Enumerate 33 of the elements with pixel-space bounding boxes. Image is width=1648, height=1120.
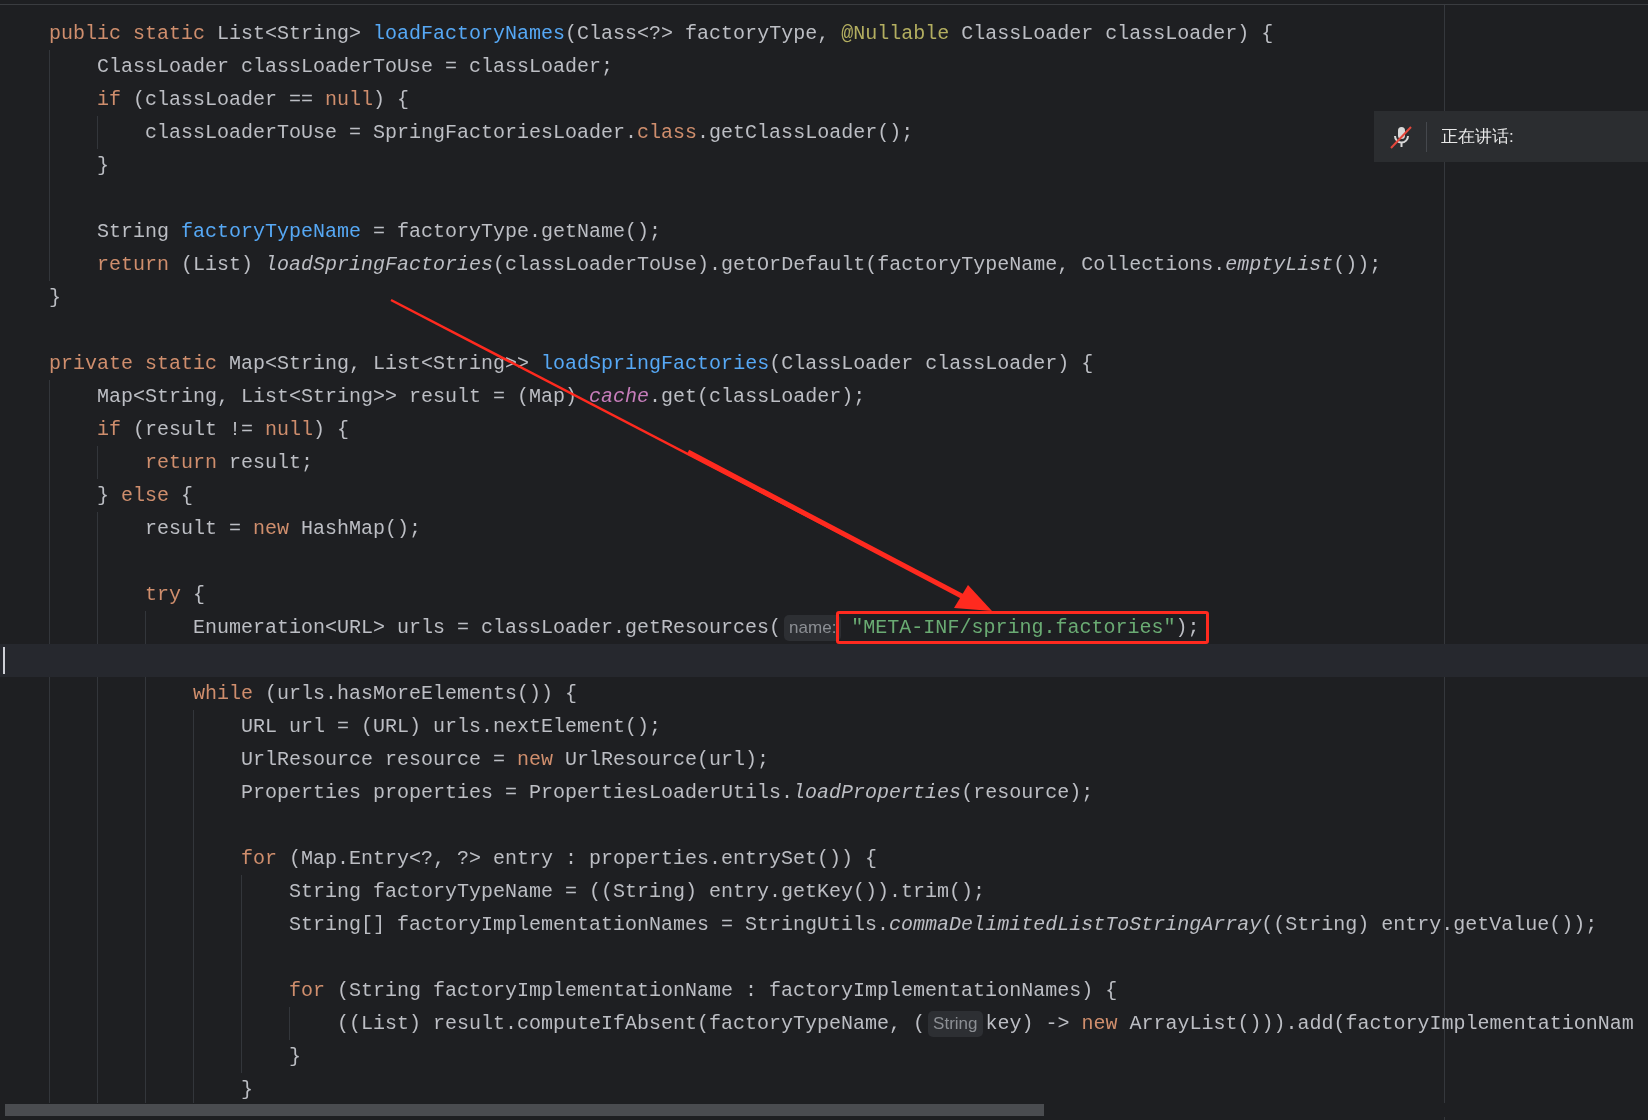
- code-line: URL url = (URL) urls.nextElement();: [241, 714, 662, 740]
- inlay-hint: String: [928, 1010, 983, 1037]
- code-text: ((List) result.computeIfAbsent(factoryTypeName, (: [337, 1011, 926, 1037]
- code-line: return result;: [145, 450, 314, 476]
- code-text: key) -> new ArrayList())).add(factoryImplementationNam: [985, 1011, 1634, 1037]
- speaking-label: 正在讲话:: [1441, 126, 1514, 148]
- code-text: Enumeration<URL> urls = classLoader.getResources(: [193, 615, 782, 641]
- code-line: try {: [145, 582, 206, 608]
- code-line: UrlResource resource = new UrlResource(url);: [241, 747, 770, 773]
- text-cursor: [3, 647, 5, 674]
- highlighted-code: "META-INF/spring.factories");: [836, 611, 1210, 644]
- code-line: if (classLoader == null) {: [97, 87, 410, 113]
- code-line: } else {: [97, 483, 194, 509]
- code-line: while (urls.hasMoreElements()) {: [193, 681, 578, 707]
- code-line: String factoryTypeName = ((String) entry.getKey()).trim();: [289, 879, 986, 905]
- code-line: }: [49, 285, 61, 311]
- code-line: classLoaderToUse = SpringFactoriesLoader.class.getClassLoader();: [145, 120, 914, 146]
- code-line: Properties properties = PropertiesLoaderUtils.loadProperties(resource);: [241, 780, 1094, 806]
- code-line: public static List<String> loadFactoryNames(Class<?> factoryType, @Nullable ClassLoader classLoader) {: [49, 21, 1274, 47]
- code-line: String factoryTypeName = factoryType.getName();: [97, 219, 662, 245]
- code-line: if (result != null) {: [97, 417, 350, 443]
- code-line: }: [289, 1044, 301, 1070]
- code-line: }: [97, 153, 109, 179]
- code-line: for (String factoryImplementationName : factoryImplementationNames) {: [289, 978, 1118, 1004]
- code-line: ClassLoader classLoaderToUse = classLoader;: [97, 54, 614, 80]
- inlay-hint: name:: [784, 614, 842, 641]
- code-line: for (Map.Entry<?, ?> entry : properties.entrySet()) {: [241, 846, 878, 872]
- code-line: return (List) loadSpringFactories(classLoaderToUse).getOrDefault(factoryTypeName, Collections.emptyList());: [97, 252, 1382, 278]
- horizontal-scrollbar[interactable]: [5, 1104, 1044, 1116]
- code-line: }: [241, 1077, 253, 1103]
- code-line: result = new HashMap();: [145, 516, 422, 542]
- code-line: Map<String, List<String>> result = (Map) cache.get(classLoader);: [97, 384, 866, 410]
- code-line: String[] factoryImplementationNames = StringUtils.commaDelimitedListToStringArray((String) entry.getValue());: [289, 912, 1598, 938]
